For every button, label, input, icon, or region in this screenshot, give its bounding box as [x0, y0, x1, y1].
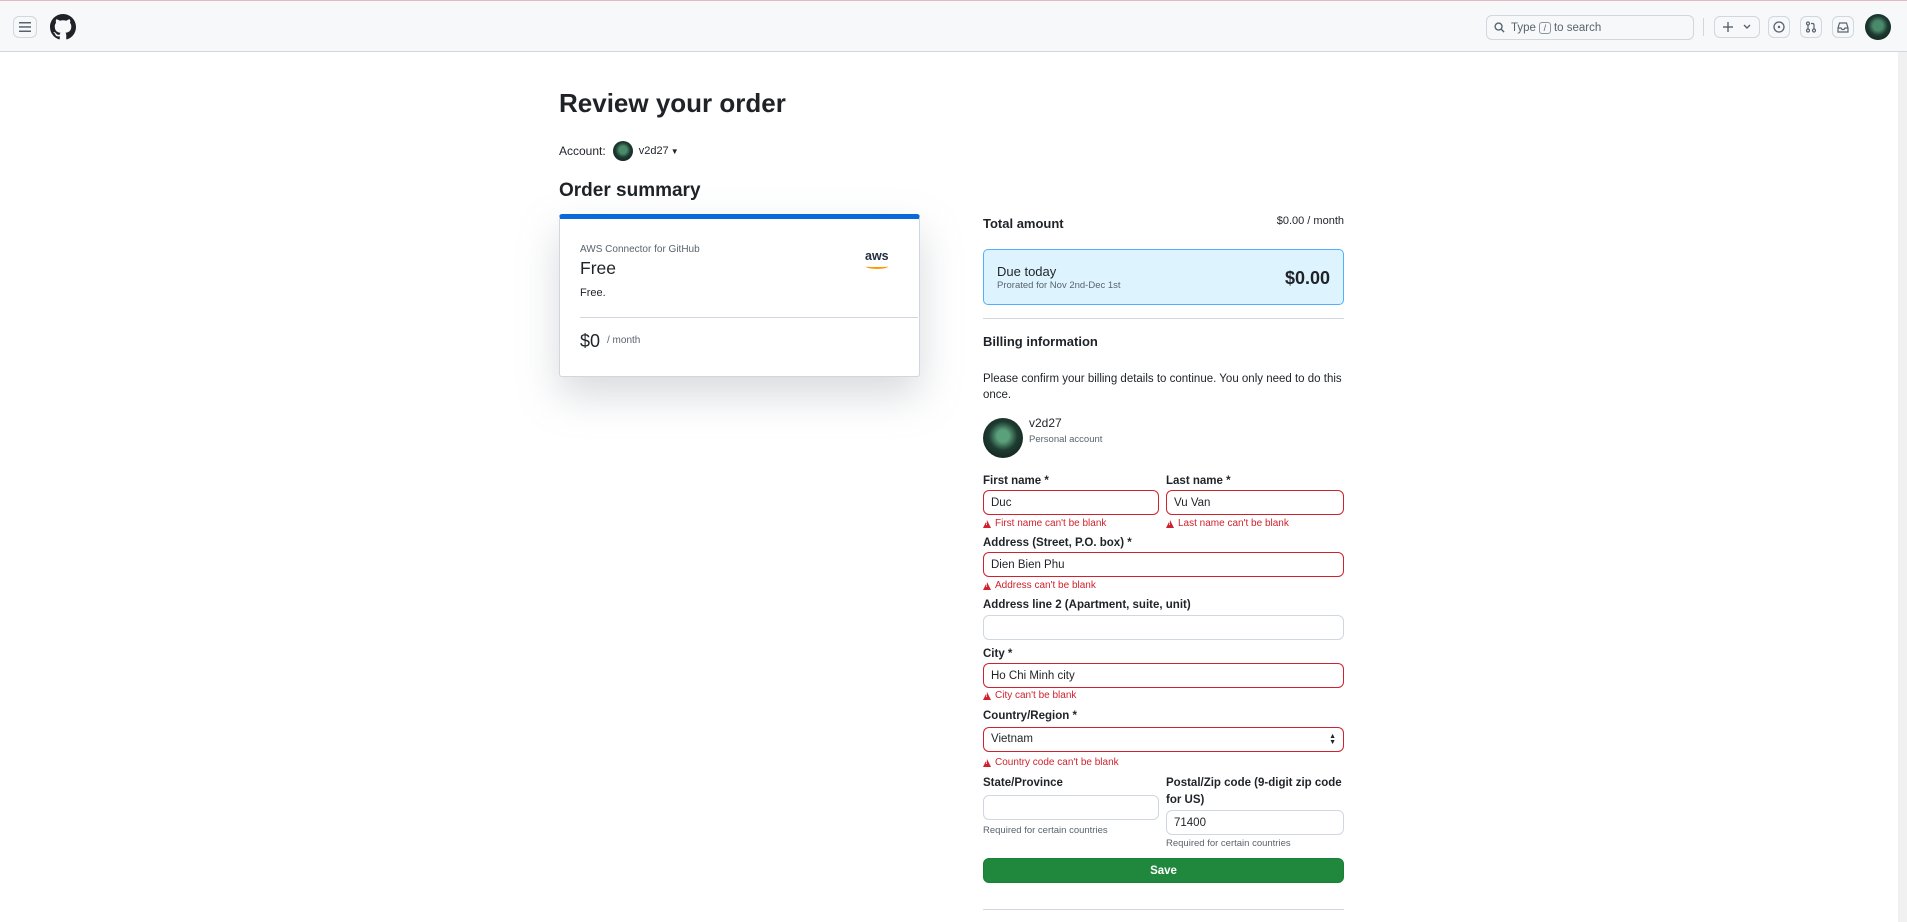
issues-button[interactable]: [1768, 16, 1790, 38]
address-field[interactable]: [983, 552, 1344, 577]
plan-description: Free.: [580, 287, 606, 299]
billing-user-type: Personal account: [1029, 434, 1103, 445]
due-today-label: Due today: [997, 264, 1057, 279]
postal-label-line2: for US): [1166, 794, 1205, 806]
section-divider: [983, 318, 1344, 319]
city-error-text: City can't be blank: [995, 690, 1077, 701]
aws-logo-smile-icon: [866, 264, 888, 269]
search-placeholder-suffix: to search: [1553, 21, 1602, 34]
inbox-button[interactable]: [1832, 16, 1854, 38]
country-label: Country/Region *: [983, 710, 1077, 722]
search-placeholder-prefix: Type: [1511, 21, 1536, 34]
plan-card: AWS Connector for GitHub Free Free. aws …: [559, 214, 920, 377]
global-header: Type / to search: [0, 0, 1907, 52]
country-error: Country code can't be blank: [983, 757, 1119, 768]
create-new-button[interactable]: [1714, 16, 1760, 38]
plus-icon: [1723, 22, 1733, 32]
state-field[interactable]: [983, 795, 1159, 820]
last-name-error: Last name can't be blank: [1166, 518, 1289, 529]
city-field[interactable]: [983, 663, 1344, 688]
inbox-icon: [1837, 21, 1849, 33]
first-name-field[interactable]: [983, 490, 1159, 515]
billing-avatar: [983, 418, 1023, 458]
address2-label: Address line 2 (Apartment, suite, unit): [983, 599, 1191, 611]
country-error-text: Country code can't be blank: [995, 757, 1119, 768]
last-name-error-text: Last name can't be blank: [1178, 518, 1289, 529]
first-name-label: First name *: [983, 475, 1049, 487]
account-name[interactable]: v2d27: [639, 145, 669, 157]
header-divider: [1703, 18, 1704, 36]
address-error-text: Address can't be blank: [995, 580, 1096, 591]
due-today-proration: Prorated for Nov 2nd-Dec 1st: [997, 280, 1121, 291]
hamburger-menu-button[interactable]: [13, 16, 37, 38]
account-label: Account:: [559, 144, 606, 158]
page-title: Review your order: [559, 88, 786, 118]
first-name-error: First name can't be blank: [983, 518, 1106, 529]
bottom-divider: [983, 909, 1344, 910]
first-name-error-text: First name can't be blank: [995, 518, 1107, 529]
select-arrows-icon: ▲ ▼: [1329, 733, 1336, 746]
account-selector: Account: v2d27 ▼: [559, 141, 679, 161]
pull-requests-icon: [1805, 21, 1817, 33]
billing-title: Billing information: [983, 334, 1098, 349]
postal-code-field[interactable]: [1166, 810, 1344, 835]
alert-icon: [983, 581, 991, 590]
plan-name: Free: [580, 258, 616, 278]
due-today-box: Due today Prorated for Nov 2nd-Dec 1st $…: [983, 249, 1344, 305]
save-button[interactable]: Save: [983, 858, 1344, 883]
order-summary-title: Order summary: [559, 180, 701, 201]
city-error: City can't be blank: [983, 690, 1076, 701]
issues-icon: [1773, 21, 1785, 33]
plan-divider: [580, 317, 918, 318]
last-name-label: Last name *: [1166, 475, 1231, 487]
alert-icon: [1166, 519, 1174, 528]
postal-hint: Required for certain countries: [1166, 838, 1291, 849]
plan-price: $0: [580, 331, 601, 351]
caret-down-icon[interactable]: ▼: [671, 147, 679, 156]
address2-field[interactable]: [983, 615, 1344, 640]
last-name-field[interactable]: [1166, 490, 1344, 515]
postal-label-line1: Postal/Zip code (9-digit zip code: [1166, 777, 1342, 789]
search-shortcut-key: /: [1538, 21, 1551, 34]
page-scrollbar[interactable]: [1898, 52, 1907, 922]
address-error: Address can't be blank: [983, 580, 1096, 591]
plan-period: / month: [607, 335, 641, 346]
address-label: Address (Street, P.O. box) *: [983, 537, 1132, 549]
user-avatar[interactable]: [1865, 14, 1891, 40]
total-amount-value: $0.00 / month: [1276, 215, 1344, 227]
billing-user-name: v2d27: [1029, 416, 1062, 430]
alert-icon: [983, 691, 991, 700]
billing-description: Please confirm your billing details to c…: [983, 373, 1342, 401]
state-label: State/Province: [983, 777, 1063, 789]
alert-icon: [983, 519, 991, 528]
country-select[interactable]: Vietnam ▲ ▼: [983, 727, 1344, 752]
alert-icon: [983, 758, 991, 767]
state-hint: Required for certain countries: [983, 825, 1108, 836]
search-icon: [1494, 22, 1505, 33]
github-logo-icon[interactable]: [50, 14, 76, 40]
hamburger-menu-icon: [19, 22, 31, 32]
city-label: City *: [983, 648, 1013, 660]
search-input[interactable]: Type / to search: [1486, 15, 1694, 40]
total-amount-label: Total amount: [983, 216, 1064, 231]
pull-requests-button[interactable]: [1800, 16, 1822, 38]
due-today-amount: $0.00: [1284, 268, 1330, 288]
aws-logo: aws: [865, 249, 889, 263]
country-selected-value: Vietnam: [991, 733, 1033, 745]
chevron-down-icon: [1743, 24, 1751, 29]
plan-product-name: AWS Connector for GitHub: [580, 244, 700, 255]
account-avatar: [612, 141, 633, 161]
